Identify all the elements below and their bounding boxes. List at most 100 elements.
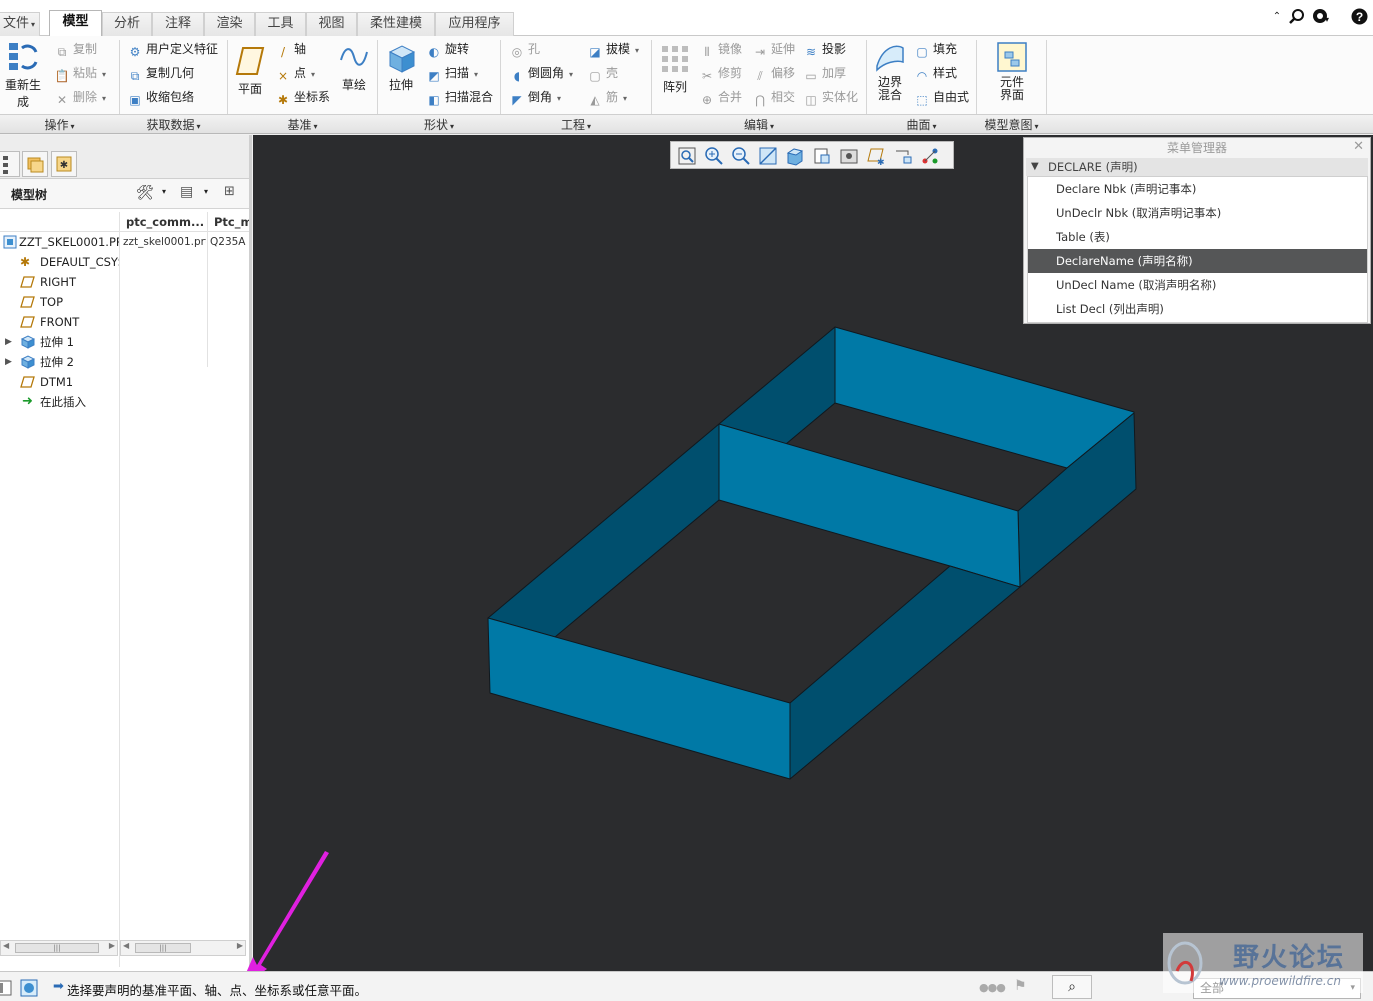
intersect-button[interactable]: ⋂ 相交 <box>752 87 795 107</box>
view-manager-icon[interactable] <box>838 145 860 167</box>
tab-file[interactable]: 文件 ▾ <box>0 12 40 36</box>
group-operations[interactable]: 操作 ▾ <box>0 117 119 133</box>
tree-row-datum-top[interactable]: TOP <box>0 292 249 312</box>
extrude-button[interactable]: 拉伸 <box>383 40 419 93</box>
group-model-intent[interactable]: 模型意图 ▾ <box>977 117 1046 133</box>
revolve-button[interactable]: ◐ 旋转 <box>426 39 469 59</box>
datum-display-icon[interactable]: ✱ <box>865 145 887 167</box>
style-button[interactable]: ◠ 样式 <box>914 63 957 83</box>
columns-horizontal-scrollbar[interactable]: ◀ ||| ▶ <box>120 940 246 956</box>
scroll-left-icon[interactable]: ◀ <box>123 941 129 950</box>
tab-flexible-modeling[interactable]: 柔性建模 <box>357 12 435 36</box>
tree-row-extrude-2[interactable]: ▶ 拉伸 2 <box>0 352 249 372</box>
help-icon[interactable]: ? <box>1350 8 1368 26</box>
freestyle-button[interactable]: ⬚ 自由式 <box>914 87 969 107</box>
menu-item-table[interactable]: Table (表) <box>1028 225 1367 249</box>
flag-icon[interactable]: ⚑ <box>1014 978 1027 994</box>
chevron-down-icon[interactable]: ▾ <box>204 187 208 196</box>
round-button[interactable]: ◖ 倒圆角 ▾ <box>509 63 573 83</box>
tree-row-datum-front[interactable]: FRONT <box>0 312 249 332</box>
pattern-button[interactable]: 阵列 <box>657 42 693 95</box>
tab-tools[interactable]: 工具 <box>255 12 306 36</box>
trim-button[interactable]: ✂ 修剪 <box>699 63 742 83</box>
favorites-tab[interactable]: ✱ <box>51 151 77 177</box>
fill-button[interactable]: ▢ 填充 <box>914 39 957 59</box>
find-icon[interactable]: ⌕ <box>1052 975 1092 999</box>
chevron-down-icon[interactable]: ▾ <box>162 187 166 196</box>
scroll-thumb[interactable]: ||| <box>135 943 191 953</box>
scroll-thumb[interactable]: ||| <box>15 943 99 953</box>
menu-item-declare-nbk[interactable]: Declare Nbk (声明记事本) <box>1028 177 1367 201</box>
folder-browser-tab[interactable] <box>22 151 48 177</box>
display-style-icon[interactable] <box>784 145 806 167</box>
csys-button[interactable]: ✱ 坐标系 <box>275 87 330 107</box>
shell-button[interactable]: ▢ 壳 <box>587 63 618 83</box>
tree-row-extrude-1[interactable]: ▶ 拉伸 1 <box>0 332 249 352</box>
menu-item-undecl-name[interactable]: UnDecl Name (取消声明名称) <box>1028 273 1367 297</box>
offset-button[interactable]: ⫽ 偏移 <box>752 63 795 83</box>
swept-blend-button[interactable]: ◧ 扫描混合 <box>426 87 493 107</box>
chamfer-button[interactable]: ◤ 倒角 ▾ <box>509 87 561 107</box>
group-get-data[interactable]: 获取数据 ▾ <box>120 117 227 133</box>
menu-item-undeclr-nbk[interactable]: UnDeclr Nbk (取消声明记事本) <box>1028 201 1367 225</box>
community-icon[interactable]: ▾ <box>1312 8 1330 26</box>
scroll-right-icon[interactable]: ▶ <box>109 941 115 950</box>
boundary-blend-button[interactable]: 边界 混合 <box>872 40 908 102</box>
tree-row-part[interactable]: ZZT_SKEL0001.PRT zzt_skel0001.prt Q235A <box>0 232 249 252</box>
menu-item-declare-name[interactable]: DeclareName (声明名称) <box>1028 249 1367 273</box>
rib-button[interactable]: ◭ 筋 ▾ <box>587 87 627 107</box>
tree-row-insert-here[interactable]: ➜ 在此插入 <box>0 392 249 412</box>
group-datum[interactable]: 基准 ▾ <box>228 117 377 133</box>
tab-analysis[interactable]: 分析 <box>102 12 152 36</box>
tab-applications[interactable]: 应用程序 <box>435 12 514 36</box>
repaint-icon[interactable] <box>757 145 779 167</box>
expand-arrow-icon[interactable]: ▶ <box>5 332 12 352</box>
zoom-in-icon[interactable] <box>703 145 725 167</box>
scroll-left-icon[interactable]: ◀ <box>3 941 9 950</box>
zoom-out-icon[interactable] <box>730 145 752 167</box>
group-shapes[interactable]: 形状 ▾ <box>378 117 500 133</box>
search-icon[interactable] <box>1288 8 1306 26</box>
extend-button[interactable]: ⇥ 延伸 <box>752 39 795 59</box>
refit-icon[interactable] <box>676 145 698 167</box>
plane-button[interactable]: 平面 <box>232 44 268 97</box>
spin-center-icon[interactable] <box>892 145 914 167</box>
mirror-button[interactable]: ⫴ 镜像 <box>699 39 742 59</box>
delete-button[interactable]: ✕ 删除 ▾ <box>54 87 106 107</box>
sketch-button[interactable]: 草绘 <box>336 40 372 93</box>
settings-tools-icon[interactable]: 🛠 <box>136 185 154 201</box>
column-header-ptc-common-name[interactable]: ptc_comm... <box>126 215 206 229</box>
tree-row-dtm1[interactable]: DTM1 <box>0 372 249 392</box>
menu-item-list-decl[interactable]: List Decl (列出声明) <box>1028 297 1367 321</box>
tree-horizontal-scrollbar[interactable]: ◀ ||| ▶ <box>0 940 118 956</box>
solidify-button[interactable]: ◫ 实体化 <box>803 87 858 107</box>
close-icon[interactable]: ✕ <box>1353 139 1364 154</box>
tree-columns-icon[interactable]: ⊞ <box>224 184 235 199</box>
menu-manager-section[interactable]: ▼ DECLARE (声明) <box>1026 158 1368 176</box>
axis-button[interactable]: / 轴 <box>275 39 306 59</box>
group-editing[interactable]: 编辑 ▾ <box>652 117 866 133</box>
tree-row-datum-right[interactable]: RIGHT <box>0 272 249 292</box>
tab-render[interactable]: 渲染 <box>204 12 255 36</box>
column-header-ptc-material[interactable]: Ptc_m <box>214 215 249 229</box>
collapse-triangle-icon[interactable]: ▼ <box>1031 158 1039 176</box>
collapse-ribbon-icon[interactable]: ⌃ <box>1268 8 1286 26</box>
copy-button[interactable]: ⧉ 复制 <box>54 39 97 59</box>
paste-button[interactable]: 📋 粘贴 ▾ <box>54 63 107 83</box>
hole-button[interactable]: ◎ 孔 <box>509 39 540 59</box>
group-surfaces[interactable]: 曲面 ▾ <box>867 117 976 133</box>
udf-button[interactable]: ⚙ 用户定义特征 <box>127 39 218 59</box>
saved-orientations-icon[interactable] <box>811 145 833 167</box>
model-tree-tab[interactable] <box>0 151 20 177</box>
project-button[interactable]: ≋ 投影 <box>803 39 846 59</box>
tree-filter-icon[interactable]: ▤ <box>180 184 193 200</box>
browser-icon[interactable] <box>20 979 38 997</box>
regenerate-button[interactable]: 重新生成 <box>0 40 46 110</box>
shrinkwrap-button[interactable]: ▣ 收缩包络 <box>127 87 194 107</box>
group-engineering[interactable]: 工程 ▾ <box>501 117 651 133</box>
draft-button[interactable]: ◪ 拔模 ▾ <box>587 39 639 59</box>
point-button[interactable]: × 点 ▾ <box>275 63 315 83</box>
merge-button[interactable]: ⊕ 合并 <box>699 87 742 107</box>
expand-arrow-icon[interactable]: ▶ <box>5 352 12 372</box>
show-navigator-icon[interactable] <box>0 980 12 996</box>
